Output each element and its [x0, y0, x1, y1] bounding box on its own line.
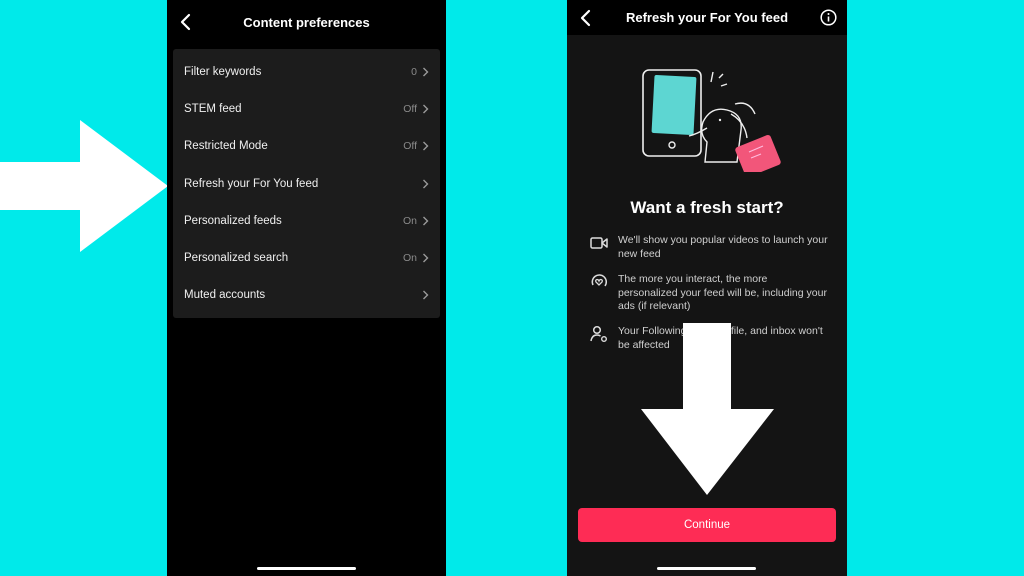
settings-item-filter-keywords[interactable]: Filter keywords 0 — [173, 53, 440, 90]
item-value: Off — [403, 102, 417, 115]
settings-item-muted-accounts[interactable]: Muted accounts — [173, 276, 440, 313]
annotation-arrow-right — [0, 120, 168, 252]
video-camera-icon — [590, 237, 608, 249]
heart-refresh-icon — [591, 274, 608, 287]
chevron-right-icon — [423, 141, 429, 150]
settings-list: Filter keywords 0 STEM feed Off Restrict… — [173, 49, 440, 318]
user-settings-icon — [590, 325, 607, 342]
item-label: Personalized feeds — [184, 214, 282, 227]
headline: Want a fresh start? — [630, 198, 784, 217]
info-icon[interactable] — [820, 9, 837, 26]
chevron-right-icon — [423, 179, 429, 188]
continue-button[interactable]: Continue — [578, 508, 836, 542]
settings-item-restricted-mode[interactable]: Restricted Mode Off — [173, 127, 440, 164]
item-value: On — [402, 214, 417, 227]
item-label: Filter keywords — [184, 65, 262, 78]
item-label: STEM feed — [184, 102, 242, 115]
item-label: Refresh your For You feed — [184, 177, 319, 190]
bullet-text: We'll show you popular videos to launch … — [618, 234, 828, 260]
page-title: Refresh your For You feed — [625, 10, 789, 25]
item-value: Off — [403, 139, 417, 152]
item-label: Muted accounts — [184, 288, 266, 301]
content-preferences-screen: Content preferences Filter keywords 0 ST… — [167, 0, 446, 576]
settings-item-refresh-for-you-feed[interactable]: Refresh your For You feed — [173, 165, 440, 202]
header: Refresh your For You feed — [567, 0, 847, 35]
back-button[interactable] — [577, 8, 595, 28]
chevron-right-icon — [423, 290, 429, 299]
bullet-text: The more you interact, the more personal… — [618, 273, 827, 312]
chevron-right-icon — [423, 104, 429, 113]
settings-item-personalized-search[interactable]: Personalized search On — [173, 239, 440, 276]
home-indicator[interactable] — [257, 567, 356, 570]
settings-item-stem-feed[interactable]: STEM feed Off — [173, 90, 440, 127]
fresh-start-illustration — [642, 69, 781, 172]
item-label: Personalized search — [184, 251, 289, 264]
page-title: Content preferences — [243, 14, 370, 30]
chevron-right-icon — [423, 253, 429, 262]
chevron-right-icon — [423, 216, 429, 225]
item-label: Restricted Mode — [184, 139, 268, 152]
chevron-right-icon — [423, 67, 429, 76]
item-value: On — [402, 251, 417, 264]
home-indicator[interactable] — [657, 567, 756, 570]
info-bullet: The more you interact, the more personal… — [589, 273, 829, 314]
item-value: 0 — [411, 65, 417, 78]
back-button[interactable] — [177, 12, 195, 32]
header: Content preferences — [167, 0, 446, 44]
info-bullet: We'll show you popular videos to launch … — [589, 234, 829, 261]
settings-item-personalized-feeds[interactable]: Personalized feeds On — [173, 202, 440, 239]
annotation-arrow-down — [641, 323, 774, 495]
